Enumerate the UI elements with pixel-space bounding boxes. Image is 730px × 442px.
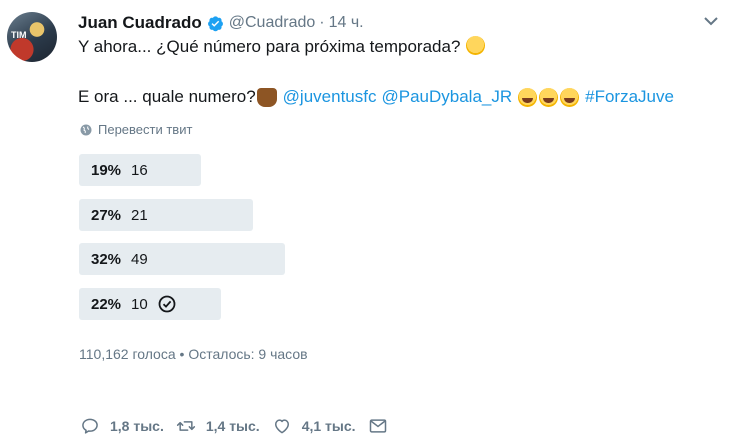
tweet-text-line2: E ora ... quale numero? @juventusfc @Pau… [78, 87, 674, 107]
poll-percent: 19% [91, 161, 122, 179]
retweet-button[interactable]: 1,4 тыс. [176, 416, 260, 436]
like-button[interactable]: 4,1 тыс. [272, 416, 356, 436]
poll-option-1: 19% 16 [79, 154, 201, 186]
avatar[interactable]: TIM [7, 12, 57, 62]
poll-option-label: 10 [131, 295, 148, 313]
poll-percent: 27% [91, 206, 122, 224]
poll-option-label: 49 [131, 250, 148, 268]
tweet-timestamp[interactable]: 14 ч. [329, 14, 364, 32]
retweet-icon [176, 421, 195, 431]
poll-option-3: 32% 49 [79, 243, 285, 275]
direct-message-button[interactable] [368, 416, 388, 436]
thinking-face-icon [466, 36, 486, 55]
translate-tweet-link[interactable]: Перевести твит [80, 122, 192, 137]
reply-count: 1,8 тыс. [110, 418, 164, 434]
poll-option-2: 27% 21 [79, 199, 253, 231]
author-handle[interactable]: @Cuadrado [229, 14, 316, 32]
separator-dot: · [319, 14, 325, 31]
poll-vote-summary: 110,162 голоса • Осталось: 9 часов [79, 346, 308, 362]
poll-option-label: 16 [131, 161, 148, 179]
tears-of-joy-icon [560, 87, 580, 107]
hashtag-forzajuve[interactable]: #ForzaJuve [585, 87, 674, 107]
tweet-text-line1: Y ahora... ¿Qué número para próxima temp… [78, 36, 486, 57]
tears-of-joy-icon [518, 87, 538, 107]
poll-percent: 32% [91, 250, 122, 268]
author-name[interactable]: Juan Cuadrado [78, 13, 202, 33]
tweet-text-italian: E ora ... quale numero? [78, 87, 256, 106]
tweet-text-spanish: Y ahora... ¿Qué número para próxima temp… [78, 37, 461, 56]
globe-icon [80, 124, 92, 135]
tweet-header: Juan Cuadrado @Cuadrado · 14 ч. [78, 12, 364, 34]
translate-label: Перевести твит [98, 122, 193, 137]
poll-percent: 22% [91, 295, 122, 313]
heart-icon [274, 419, 289, 434]
reply-button[interactable]: 1,8 тыс. [80, 416, 164, 436]
avatar-tag: TIM [11, 30, 27, 40]
verified-badge-icon [207, 15, 223, 31]
check-circle-icon [158, 295, 176, 313]
mention-paudybala[interactable]: @PauDybala_JR [381, 87, 512, 107]
tears-of-joy-icon [539, 87, 559, 107]
person-shrugging-icon [256, 87, 277, 107]
poll-option-label: 21 [131, 206, 148, 224]
reply-icon [82, 418, 98, 434]
tweet-actions: 1,8 тыс. 1,4 тыс. 4,1 тыс. [80, 412, 400, 440]
retweet-count: 1,4 тыс. [205, 418, 260, 434]
envelope-icon [369, 419, 386, 433]
chevron-down-icon[interactable] [704, 16, 718, 26]
poll-option-4: 22% 10 [79, 288, 221, 320]
mention-juventusfc[interactable]: @juventusfc [283, 87, 377, 107]
like-count: 4,1 тыс. [301, 418, 356, 434]
